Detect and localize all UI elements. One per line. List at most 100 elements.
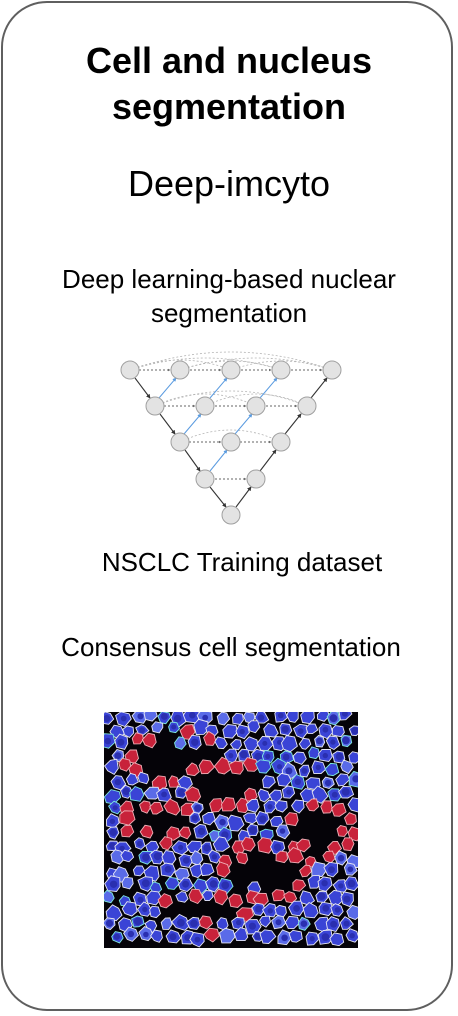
cell-nucleus	[239, 750, 248, 759]
segmented-cell	[341, 837, 355, 852]
cell-nucleus	[281, 725, 289, 733]
cell-nucleus	[141, 879, 150, 888]
cell-nucleus	[300, 920, 308, 927]
cell-nucleus	[321, 933, 330, 941]
cell-nucleus	[114, 752, 122, 760]
cell-nucleus	[164, 865, 172, 873]
cell-nucleus	[219, 818, 226, 826]
title-line-1: Cell and nucleus	[85, 40, 373, 81]
cell-nucleus	[194, 936, 201, 943]
cell-nucleus	[330, 920, 338, 928]
cell-nucleus	[294, 778, 301, 785]
cell-nucleus	[281, 934, 288, 942]
cell-nucleus	[236, 919, 242, 926]
cell-nucleus	[117, 738, 125, 746]
cell-nucleus	[109, 880, 118, 888]
cell-nucleus	[329, 714, 338, 723]
cell-nucleus	[265, 753, 271, 759]
cell-nucleus	[178, 844, 184, 851]
cell-nucleus	[267, 908, 273, 914]
cell-nucleus	[209, 880, 218, 888]
cell-nucleus	[317, 892, 326, 900]
cell-nucleus	[342, 736, 350, 745]
cell-nucleus	[341, 788, 350, 796]
cell-nucleus	[257, 714, 265, 721]
segmented-cell	[232, 712, 244, 725]
segmented-cell	[288, 929, 303, 943]
cell-nucleus	[143, 931, 149, 938]
cell-nucleus	[113, 933, 120, 940]
cell-nucleus	[211, 854, 218, 860]
cell-nucleus	[322, 726, 329, 733]
cell-nucleus	[277, 739, 282, 745]
cell-nucleus	[276, 764, 283, 770]
cell-nucleus	[293, 905, 300, 912]
deep-learning-label: Deep learning-based nuclear segmentation	[0, 262, 458, 330]
segmented-cell	[331, 725, 345, 738]
panel-title: Cell and nucleus segmentation	[0, 38, 458, 130]
cell-nucleus	[322, 904, 330, 912]
cell-nucleus	[142, 906, 148, 913]
cell-nucleus	[190, 919, 198, 928]
cell-nucleus	[197, 827, 206, 835]
cell-nucleus	[349, 933, 355, 939]
cell-nucleus	[301, 768, 308, 774]
cell-nucleus	[249, 826, 257, 835]
cell-nucleus	[282, 753, 290, 761]
cell-nucleus	[337, 854, 345, 862]
cell-nucleus	[347, 879, 356, 888]
cell-nucleus	[137, 840, 143, 847]
cell-nucleus	[285, 767, 293, 775]
cell-nucleus	[328, 866, 335, 874]
cell-nucleus	[315, 764, 321, 770]
cell-nucleus	[161, 713, 168, 720]
cell-nucleus	[286, 789, 292, 795]
title-line-2: segmentation	[111, 86, 347, 127]
cell-nucleus	[322, 752, 328, 759]
cell-nucleus	[338, 883, 344, 889]
cell-nucleus	[112, 805, 118, 811]
deep-learning-label-line-2: segmentation	[150, 298, 308, 328]
cell-nucleus	[109, 818, 116, 825]
cell-nucleus	[122, 787, 130, 796]
cell-nucleus	[171, 724, 177, 730]
segmented-cell	[311, 861, 327, 877]
cell-nucleus	[279, 828, 286, 834]
tool-name: Deep-imcyto	[127, 163, 331, 204]
cell-nucleus	[104, 737, 112, 745]
deep-learning-label-line-1: Deep learning-based nuclear	[62, 264, 396, 294]
segmented-cell	[275, 850, 289, 864]
cell-nucleus	[255, 905, 263, 913]
cell-nucleus	[267, 804, 273, 810]
cell-nucleus	[177, 918, 185, 927]
cell-nucleus	[262, 740, 268, 746]
cell-nucleus	[161, 791, 167, 798]
cell-nucleus	[273, 843, 282, 851]
cell-nucleus	[114, 778, 122, 786]
cell-segmentation-micrograph-icon	[104, 712, 358, 948]
cell-nucleus	[191, 738, 199, 746]
cell-nucleus	[324, 779, 332, 787]
horizontal-skip-arrows	[139, 368, 323, 481]
cell-nucleus	[297, 728, 304, 734]
cell-nucleus	[139, 727, 145, 734]
cell-nucleus	[142, 853, 150, 861]
cell-nucleus	[105, 919, 114, 927]
cell-nucleus	[177, 788, 186, 797]
cell-nucleus	[330, 739, 336, 745]
segmented-cell	[137, 771, 150, 785]
cell-nucleus	[309, 936, 315, 942]
cell-nucleus	[277, 712, 284, 719]
cell-nucleus	[182, 857, 190, 864]
cell-nucleus	[173, 714, 182, 723]
cell-nucleus	[137, 896, 144, 903]
cell-nucleus	[331, 791, 338, 798]
cell-nucleus	[134, 917, 142, 926]
cell-nucleus	[169, 933, 177, 941]
cell-nucleus	[259, 815, 267, 823]
cell-nucleus	[228, 753, 234, 759]
cell-nucleus	[191, 815, 198, 822]
cell-nucleus	[343, 895, 351, 903]
cell-nucleus	[239, 728, 245, 735]
cell-nucleus	[182, 880, 190, 888]
